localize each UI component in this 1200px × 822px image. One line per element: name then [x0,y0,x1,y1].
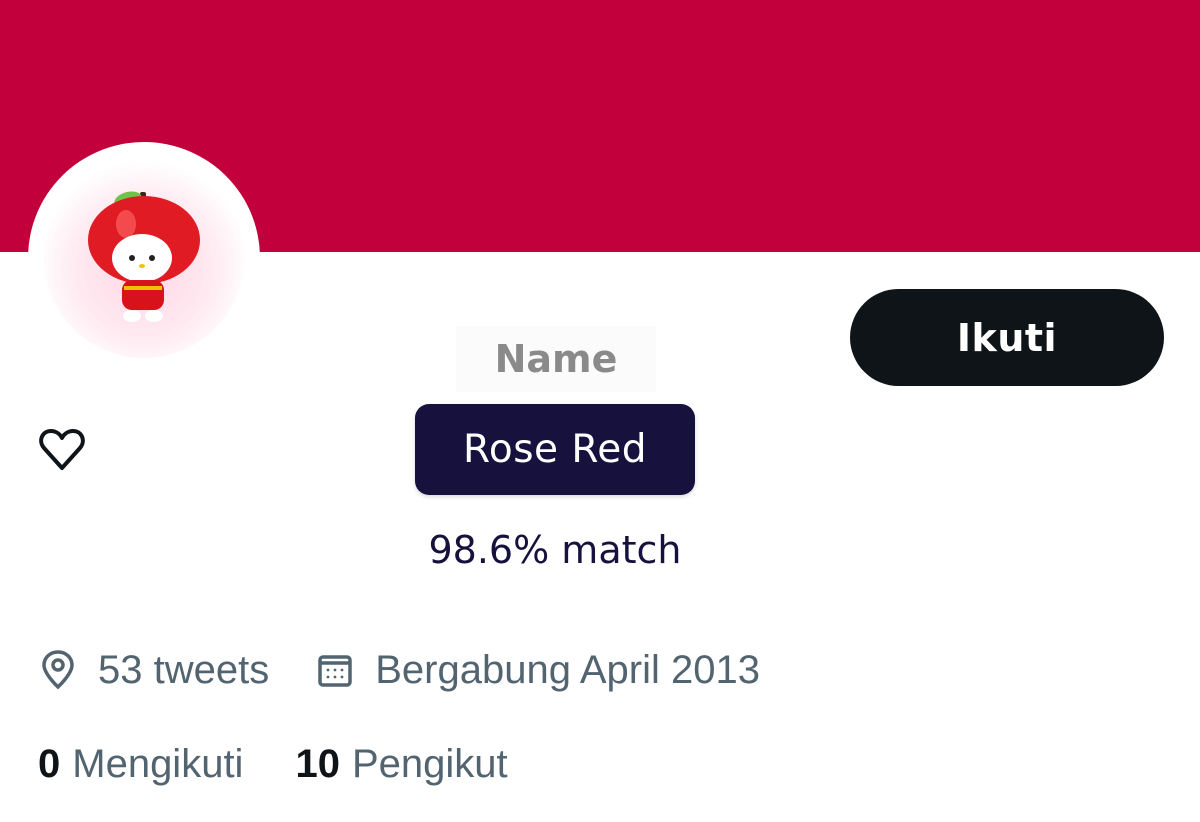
follow-button[interactable]: Ikuti [850,289,1164,386]
follow-stats: 0 Mengikuti 10 Pengikut [38,736,508,792]
apple-kitty-figure [88,191,200,322]
profile-meta: 53 tweets Bergabung April 2013 [40,640,760,700]
avatar-image [44,158,244,358]
name-label: Name [456,326,656,392]
profile-page: Ikuti Name Rose Red 98.6% match 53 tweet… [0,0,1200,822]
joined-text: Bergabung April 2013 [375,647,760,692]
location-text: 53 tweets [98,647,270,692]
avatar[interactable] [28,142,260,374]
heart-icon[interactable] [36,424,88,476]
followers-link[interactable]: 10 Pengikut [295,742,507,787]
followers-count: 10 [295,741,340,786]
match-score: 98.6% match [428,528,682,572]
location-item: 53 tweets [40,648,269,693]
followers-label: Pengikut [351,741,508,786]
display-name-badge: Rose Red [415,404,695,495]
calendar-icon [318,655,352,687]
following-label: Mengikuti [72,741,244,786]
location-pin-icon [42,650,74,690]
following-count: 0 [38,741,61,786]
following-link[interactable]: 0 Mengikuti [38,742,243,787]
joined-item: Bergabung April 2013 [317,648,760,693]
